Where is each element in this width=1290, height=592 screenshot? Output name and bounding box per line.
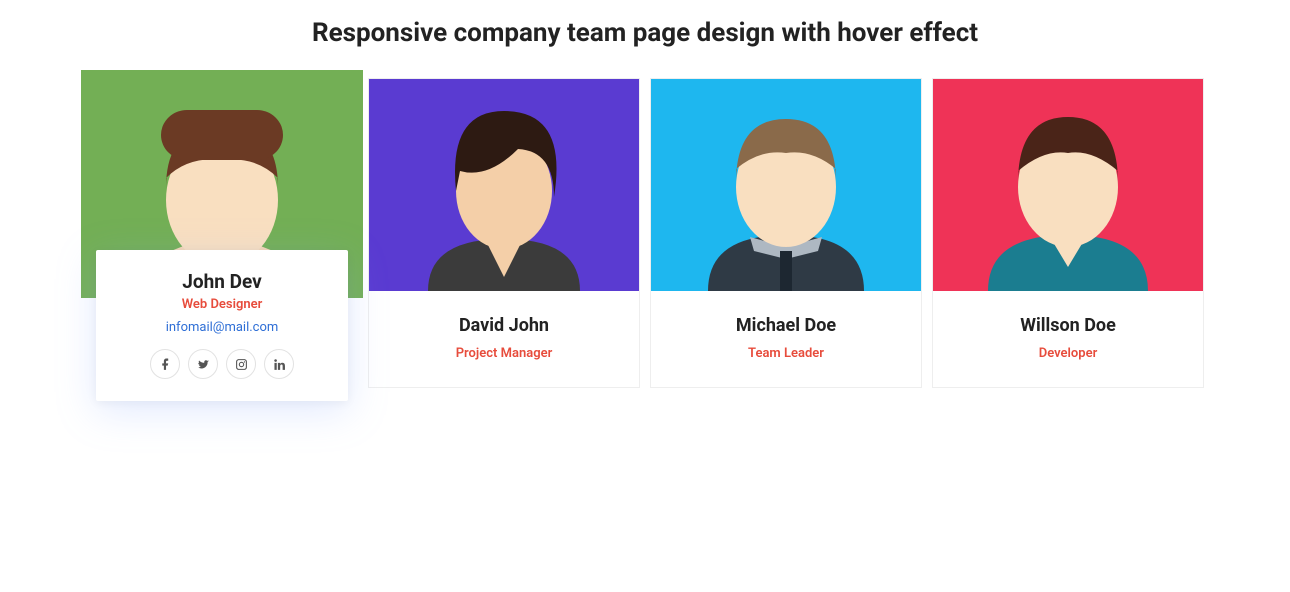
team-role: Web Designer [112,297,332,312]
team-name: Michael Doe [661,315,911,336]
avatar-michael-icon [651,79,921,291]
team-email-link[interactable]: infomail@mail.com [112,320,332,335]
team-info: Willson Doe Developer [933,291,1203,387]
avatar-box [651,79,921,291]
team-info: Michael Doe Team Leader [651,291,921,387]
avatar-willson-icon [933,79,1203,291]
facebook-icon[interactable] [150,349,180,379]
team-name: John Dev [112,270,332,293]
team-name: David John [379,315,629,336]
team-card-david[interactable]: David John Project Manager [368,78,640,388]
team-role: Project Manager [456,346,553,361]
team-row: John Dev Web Designer infomail@mail.com … [0,78,1290,441]
team-card-john[interactable]: John Dev Web Designer infomail@mail.com [86,78,358,401]
instagram-icon[interactable] [226,349,256,379]
social-icons [112,349,332,379]
team-card-willson[interactable]: Willson Doe Developer [932,78,1204,388]
team-card-michael[interactable]: Michael Doe Team Leader [650,78,922,388]
team-role: Developer [1039,346,1098,361]
team-name: Willson Doe [943,315,1193,336]
team-role: Team Leader [748,346,824,361]
twitter-icon[interactable] [188,349,218,379]
avatar-box [933,79,1203,291]
avatar-box [369,79,639,291]
team-info-panel: John Dev Web Designer infomail@mail.com [96,250,348,401]
linkedin-icon[interactable] [264,349,294,379]
page-title: Responsive company team page design with… [0,0,1290,78]
team-info: David John Project Manager [369,291,639,387]
avatar-david-icon [369,79,639,291]
